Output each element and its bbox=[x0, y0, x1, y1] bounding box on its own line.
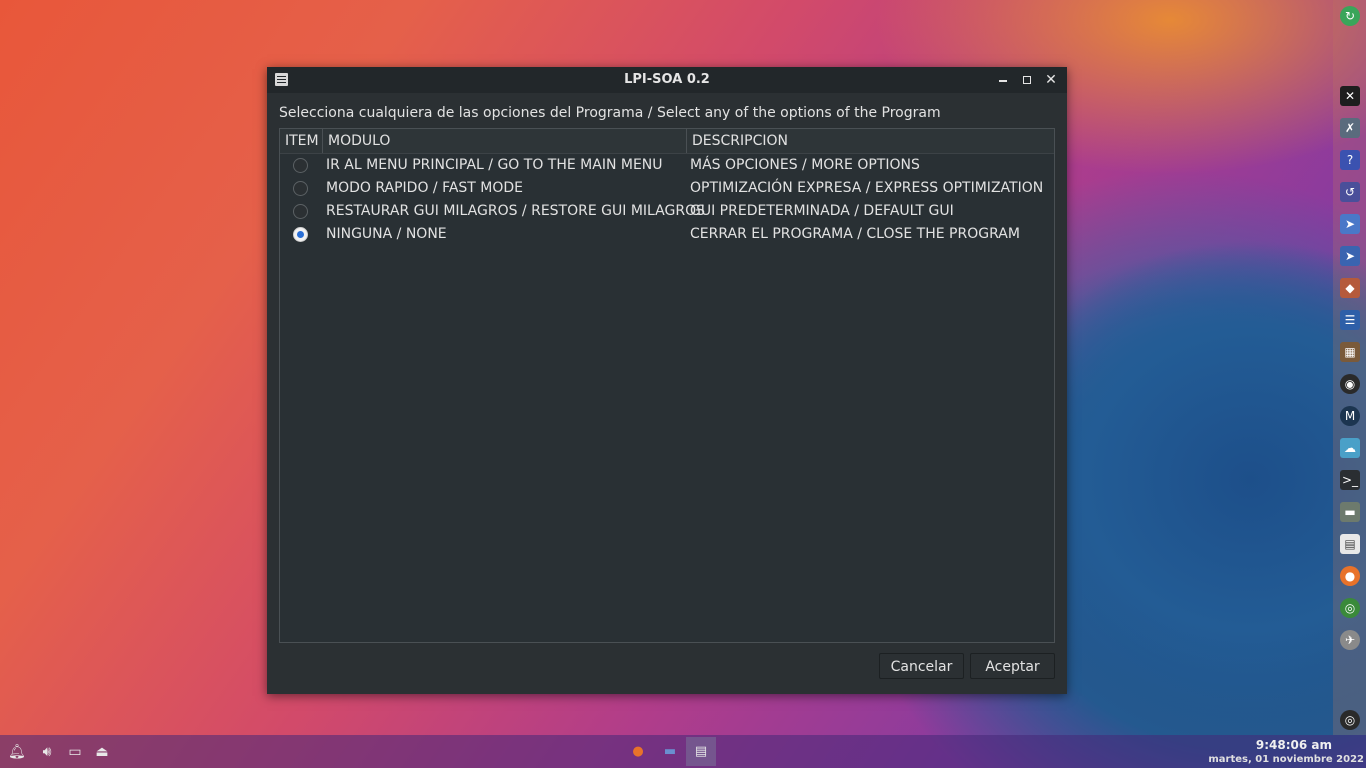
row-module: IR AL MENU PRINCIPAL / GO TO THE MAIN ME… bbox=[326, 157, 663, 173]
list-header: ITEM MODULO DESCRIPCION bbox=[280, 129, 1054, 154]
column-header-item[interactable]: ITEM bbox=[280, 129, 323, 153]
rocket-icon[interactable]: ✈ bbox=[1340, 630, 1360, 650]
list-row[interactable]: RESTAURAR GUI MILAGROS / RESTORE GUI MIL… bbox=[280, 200, 1054, 223]
column-header-descripcion[interactable]: DESCRIPCION bbox=[687, 129, 1054, 153]
terminal-icon[interactable]: >_ bbox=[1340, 470, 1360, 490]
row-description: CERRAR EL PROGRAMA / CLOSE THE PROGRAM bbox=[690, 226, 1020, 242]
drawer-icon[interactable]: ▬ bbox=[1340, 502, 1360, 522]
row-module: RESTAURAR GUI MILAGROS / RESTORE GUI MIL… bbox=[326, 203, 705, 219]
volume-icon[interactable]: 🔊︎ bbox=[39, 744, 55, 760]
list-row[interactable]: NINGUNA / NONE CERRAR EL PROGRAMA / CLOS… bbox=[280, 223, 1054, 246]
row-description: GUI PREDETERMINADA / DEFAULT GUI bbox=[690, 203, 954, 219]
tools-icon[interactable]: ✗ bbox=[1340, 118, 1360, 138]
clock-time[interactable]: 9:48:06 am bbox=[1256, 738, 1332, 752]
lpi-soa-task-icon[interactable]: ▤ bbox=[686, 737, 716, 766]
bell-icon[interactable]: 🔔︎ bbox=[8, 744, 26, 760]
bottom-panel: 🔔︎ 🔊︎ ▭ ⏏ ● ▬ ▤ 9:48:06 am martes, 01 no… bbox=[0, 735, 1366, 768]
cloud-icon[interactable]: ☁ bbox=[1340, 438, 1360, 458]
instruction-label: Selecciona cualquiera de las opciones de… bbox=[279, 105, 941, 121]
clock-date[interactable]: martes, 01 noviembre 2022 bbox=[1208, 754, 1364, 765]
app-icon[interactable]: ◉ bbox=[1340, 374, 1360, 394]
close-x-icon[interactable]: ✕ bbox=[1340, 86, 1360, 106]
m-icon[interactable]: M bbox=[1340, 406, 1360, 426]
app-icon[interactable]: ↺ bbox=[1340, 182, 1360, 202]
cursor-icon[interactable]: ➤ bbox=[1340, 214, 1360, 234]
app-icon[interactable]: ? bbox=[1340, 150, 1360, 170]
options-list: ITEM MODULO DESCRIPCION IR AL MENU PRINC… bbox=[279, 128, 1055, 643]
maximize-button[interactable] bbox=[1019, 72, 1035, 88]
firefox-icon[interactable]: ● bbox=[1340, 566, 1360, 586]
close-button[interactable]: ✕ bbox=[1043, 72, 1059, 88]
grid-icon[interactable]: ▦ bbox=[1340, 342, 1360, 362]
right-dock: ↻ ✕ ✗ ? ↺ ➤ ➤ ◆ ☰ ▦ ◉ M ☁ >_ ▬ ▤ ● ◎ ✈ ◎ bbox=[1333, 0, 1366, 735]
row-module: NINGUNA / NONE bbox=[326, 226, 447, 242]
cursor-icon[interactable]: ➤ bbox=[1340, 246, 1360, 266]
os-icon[interactable]: ◎ bbox=[1340, 710, 1360, 730]
minimize-button[interactable] bbox=[995, 72, 1011, 88]
radio-button[interactable] bbox=[293, 204, 308, 219]
list-row[interactable]: IR AL MENU PRINCIPAL / GO TO THE MAIN ME… bbox=[280, 154, 1054, 177]
display-icon[interactable]: ▭ bbox=[67, 744, 83, 760]
title-bar[interactable]: LPI-SOA 0.2 ✕ bbox=[267, 67, 1067, 93]
firefox-task-icon[interactable]: ● bbox=[623, 737, 653, 766]
eject-icon[interactable]: ⏏ bbox=[94, 744, 110, 760]
row-module: MODO RAPIDO / FAST MODE bbox=[326, 180, 524, 196]
column-header-modulo[interactable]: MODULO bbox=[323, 129, 687, 153]
editor-icon[interactable]: ☰ bbox=[1340, 310, 1360, 330]
chrome-icon[interactable]: ◎ bbox=[1340, 598, 1360, 618]
list-row[interactable]: MODO RAPIDO / FAST MODE OPTIMIZACIÓN EXP… bbox=[280, 177, 1054, 200]
row-description: OPTIMIZACIÓN EXPRESA / EXPRESS OPTIMIZAT… bbox=[690, 180, 1044, 196]
cancel-button[interactable]: Cancelar bbox=[879, 653, 964, 679]
accept-button[interactable]: Aceptar bbox=[970, 653, 1055, 679]
lpi-soa-dialog: LPI-SOA 0.2 ✕ Selecciona cualquiera de l… bbox=[267, 67, 1067, 694]
radio-button[interactable] bbox=[293, 181, 308, 196]
radio-button-selected[interactable] bbox=[293, 227, 308, 242]
radio-button[interactable] bbox=[293, 158, 308, 173]
file-manager-task-icon[interactable]: ▬ bbox=[655, 737, 685, 766]
update-icon[interactable]: ↻ bbox=[1340, 6, 1360, 26]
app-icon[interactable]: ◆ bbox=[1340, 278, 1360, 298]
window-title: LPI-SOA 0.2 bbox=[624, 72, 710, 87]
row-description: MÁS OPCIONES / MORE OPTIONS bbox=[690, 157, 920, 173]
document-icon[interactable]: ▤ bbox=[1340, 534, 1360, 554]
